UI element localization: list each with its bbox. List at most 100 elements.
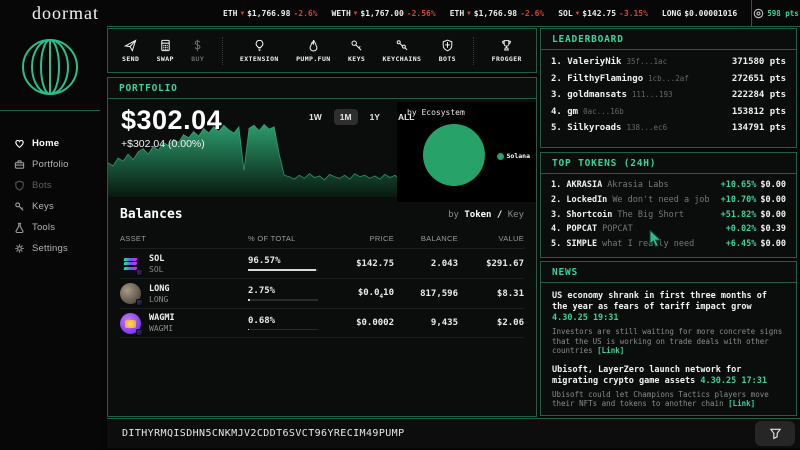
sidebar-item-label: Settings: [32, 243, 68, 254]
balances-header-row: Balances by Token / Key: [108, 199, 536, 224]
leaderboard-row[interactable]: 1. ValeriyNik35f...1ac371580 pts: [551, 57, 786, 74]
extension-button[interactable]: EXTENSION: [240, 39, 279, 63]
right-column: LEADERBOARD 1. ValeriyNik35f...1ac371580…: [540, 28, 797, 416]
keys-button[interactable]: KEYS: [348, 39, 365, 63]
buy-button[interactable]: BUY: [191, 39, 204, 63]
ticker-item: SOL ▼ $142.75 -3.15%: [558, 9, 648, 18]
token-row[interactable]: 2. LockedInWe don't need a job+10.70%$0.…: [551, 195, 786, 210]
long-token-icon: [120, 283, 141, 304]
globe-logo[interactable]: [0, 26, 100, 111]
top-bar: doormat ETH ▼ $1,766.98 -2.6% WETH ▼ $1,…: [0, 0, 800, 26]
bots-button[interactable]: BOTS: [439, 39, 456, 63]
token-row[interactable]: 3. ShortcoinThe Big Short+51.82%$0.00: [551, 210, 786, 225]
news-date: 4.30.25 19:31: [552, 313, 619, 323]
wagmi-token-icon: [120, 313, 141, 334]
leaderboard-row[interactable]: 3. goldmansats111...193222284 pts: [551, 90, 786, 107]
leaderboard-header: LEADERBOARD: [541, 29, 796, 50]
keychains-icon: [395, 39, 408, 52]
pct-value: 0.68%: [248, 316, 275, 326]
pct-value: 96.57%: [248, 256, 281, 266]
ticker-item: WETH ▼ $1,767.00 -2.56%: [332, 9, 436, 18]
table-row-long[interactable]: LONG LONG 2.75% $0.0410 817,596 $8.31: [120, 278, 524, 308]
pct-bar: [248, 269, 318, 271]
brand-logo[interactable]: doormat: [32, 3, 99, 24]
calculator-icon: [159, 39, 172, 52]
range-1m-button[interactable]: 1M: [334, 109, 358, 125]
balance-value: 2.043: [394, 259, 458, 269]
range-1y-button[interactable]: 1Y: [364, 109, 386, 125]
table-row-sol[interactable]: SOL SOL 96.57% $142.75 2.043 $291.67: [120, 248, 524, 278]
col-pct: % OF TOTAL: [248, 234, 326, 243]
bottom-bar: [107, 418, 800, 448]
pct-bar: [248, 329, 318, 331]
ticker-price: $1,766.98: [247, 9, 290, 18]
leaderboard-row[interactable]: 2. FilthyFlamingo1cb...2af272651 pts: [551, 74, 786, 91]
leaderboard-panel: LEADERBOARD 1. ValeriyNik35f...1ac371580…: [540, 28, 797, 148]
token-row[interactable]: 5. SIMPLEwhat I really need+6.45%$0.00: [551, 239, 786, 254]
token-row[interactable]: 1. AKRASIAAkrasia Labs+10.65%$0.00: [551, 180, 786, 195]
funnel-icon: [769, 427, 782, 440]
portfolio-title: PORTFOLIO: [119, 83, 178, 94]
sidebar-item-keys[interactable]: Keys: [14, 196, 100, 217]
portfolio-header: PORTFOLIO: [108, 78, 536, 99]
token-key-toggle[interactable]: by Token / Key: [448, 210, 524, 220]
briefcase-icon: [14, 159, 25, 170]
down-arrow-icon: ▼: [354, 10, 358, 17]
ticker-change: -2.6%: [293, 9, 317, 18]
down-arrow-icon: ▼: [240, 10, 244, 17]
table-row-wagmi[interactable]: WAGMI WAGMI 0.68% $0.0002 9,435 $2.06: [120, 308, 524, 338]
send-button[interactable]: SEND: [122, 39, 139, 63]
trophy-icon: [500, 39, 513, 52]
quick-actions-panel: SEND SWAP BUY EXTENSION PUMP.FUN KEYS: [107, 28, 537, 73]
token-row[interactable]: 4. POPCATPOPCAT+0.02%$0.39: [551, 224, 786, 239]
ticker-change: -2.56%: [407, 9, 436, 18]
col-asset: ASSET: [120, 234, 248, 243]
frogger-button[interactable]: FROGGER: [492, 39, 522, 63]
price-value: $0.0410: [326, 288, 394, 300]
keychains-button[interactable]: KEYCHAINS: [383, 39, 422, 63]
leaderboard-title: LEADERBOARD: [552, 34, 624, 45]
leaderboard-row[interactable]: 4. gm0ac...16b153812 pts: [551, 107, 786, 124]
news-headline[interactable]: Ubisoft, LayerZero launch network for mi…: [552, 365, 785, 387]
news-panel: NEWS US economy shrank in first three mo…: [540, 261, 797, 416]
asset-symbol: LONG: [149, 295, 169, 304]
price-value: $142.75: [326, 259, 394, 269]
news-summary: Ubisoft could let Champions Tactics play…: [552, 390, 785, 409]
price-ticker: ETH ▼ $1,766.98 -2.6% WETH ▼ $1,767.00 -…: [223, 0, 751, 26]
ticker-price: $1,767.00: [360, 9, 403, 18]
filter-button[interactable]: [755, 421, 795, 446]
address-input[interactable]: [107, 428, 727, 439]
news-item: Ubisoft, LayerZero launch network for mi…: [552, 365, 785, 409]
asset-name: LONG: [149, 284, 169, 294]
ticker-item: LONG $0.00001016: [662, 9, 737, 18]
news-header: NEWS: [541, 262, 796, 283]
token-key-by: by: [448, 210, 464, 220]
pumpfun-button[interactable]: PUMP.FUN: [296, 39, 331, 63]
points-value: 598 pts: [767, 9, 799, 18]
action-label: PUMP.FUN: [296, 55, 331, 63]
sidebar-item-home[interactable]: Home: [14, 133, 100, 154]
sidebar-nav: Home Portfolio Bots Keys Tools Settings: [0, 111, 100, 259]
ticker-symbol: WETH: [332, 9, 351, 18]
balance-value: 9,435: [394, 318, 458, 328]
key-icon: [14, 201, 25, 212]
news-headline[interactable]: US economy shrank in first three months …: [552, 291, 785, 324]
sol-token-icon: [120, 253, 141, 274]
sidebar-item-settings[interactable]: Settings: [14, 238, 100, 259]
news-summary: Investors are still waiting for more con…: [552, 327, 785, 356]
token-key-sep: /: [491, 210, 507, 220]
sidebar-item-portfolio[interactable]: Portfolio: [14, 154, 100, 175]
pct-value: 2.75%: [248, 286, 275, 296]
points-badge[interactable]: 598 pts: [751, 0, 800, 26]
token-key-key[interactable]: Key: [508, 210, 524, 220]
news-link[interactable]: [Link]: [728, 399, 755, 408]
swap-button[interactable]: SWAP: [157, 39, 174, 63]
sidebar-item-tools[interactable]: Tools: [14, 217, 100, 238]
news-link[interactable]: [Link]: [597, 346, 624, 355]
range-all-button[interactable]: ALL: [392, 109, 421, 125]
sidebar-item-bots[interactable]: Bots: [14, 175, 100, 196]
token-key-token[interactable]: Token: [464, 210, 491, 220]
range-1w-button[interactable]: 1W: [303, 109, 328, 125]
leaderboard-row[interactable]: 5. Silkyroads138...ec6134791 pts: [551, 123, 786, 140]
gear-icon: [14, 243, 25, 254]
